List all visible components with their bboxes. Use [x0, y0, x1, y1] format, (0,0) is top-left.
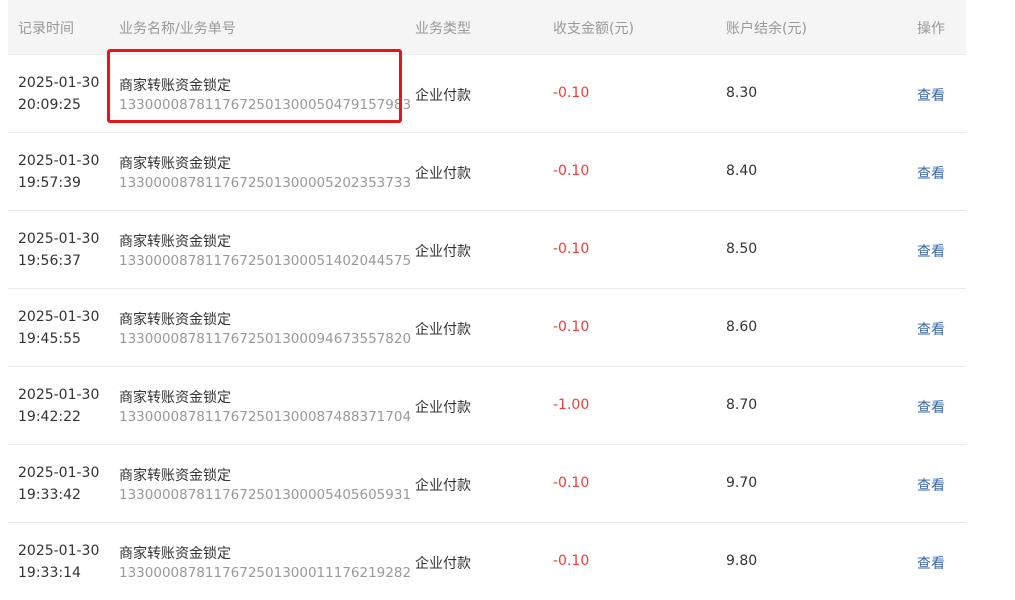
balance: 8.60 — [726, 319, 758, 335]
table-row: 2025-01-30 19:45:55 商家转账资金锁定 13300008781… — [8, 289, 966, 367]
table-header: 记录时间 业务名称/业务单号 业务类型 收支金额(元) 账户结余(元) 操作 — [8, 0, 966, 55]
order-number: 1330000878117672501300087488371704 — [119, 409, 412, 425]
balance: 8.30 — [726, 85, 758, 101]
record-time: 19:42:22 — [18, 409, 81, 425]
view-link[interactable]: 查看 — [917, 85, 945, 105]
amount: -0.10 — [553, 241, 590, 257]
business-name: 商家转账资金锁定 — [119, 546, 231, 562]
balance: 9.80 — [726, 553, 758, 569]
table-row: 2025-01-30 19:42:22 商家转账资金锁定 13300008781… — [8, 367, 966, 445]
order-number: 1330000878117672501300050479157983 — [119, 97, 412, 113]
business-name: 商家转账资金锁定 — [119, 468, 231, 484]
balance: 8.50 — [726, 241, 758, 257]
view-link[interactable]: 查看 — [917, 553, 945, 573]
table-row: 2025-01-30 19:57:39 商家转账资金锁定 13300008781… — [8, 133, 966, 211]
header-name: 业务名称/业务单号 — [119, 21, 236, 37]
order-number: 1330000878117672501300094673557820 — [119, 331, 412, 347]
amount: -1.00 — [553, 397, 590, 413]
record-time: 20:09:25 — [18, 97, 81, 113]
table-row: 2025-01-30 19:33:14 商家转账资金锁定 13300008781… — [8, 523, 966, 600]
balance: 8.40 — [726, 163, 758, 179]
header-amount: 收支金额(元) — [553, 21, 634, 37]
record-date: 2025-01-30 — [18, 231, 100, 247]
table-row: 2025-01-30 19:33:42 商家转账资金锁定 13300008781… — [8, 445, 966, 523]
business-type: 企业付款 — [415, 322, 471, 338]
transaction-table: 记录时间 业务名称/业务单号 业务类型 收支金额(元) 账户结余(元) 操作 2… — [8, 0, 966, 600]
record-time: 19:56:37 — [18, 253, 81, 269]
amount: -0.10 — [553, 319, 590, 335]
record-date: 2025-01-30 — [18, 543, 100, 559]
order-number: 1330000878117672501300005202353733 — [119, 175, 412, 191]
balance: 9.70 — [726, 475, 758, 491]
order-number: 1330000878117672501300005405605931 — [119, 487, 412, 503]
business-name: 商家转账资金锁定 — [119, 156, 231, 172]
business-name: 商家转账资金锁定 — [119, 234, 231, 250]
view-link[interactable]: 查看 — [917, 319, 945, 339]
view-link[interactable]: 查看 — [917, 397, 945, 417]
record-date: 2025-01-30 — [18, 153, 100, 169]
header-balance: 账户结余(元) — [726, 21, 807, 37]
header-type: 业务类型 — [415, 21, 471, 37]
record-date: 2025-01-30 — [18, 465, 100, 481]
table-row: 2025-01-30 19:56:37 商家转账资金锁定 13300008781… — [8, 211, 966, 289]
header-time: 记录时间 — [18, 21, 74, 37]
business-type: 企业付款 — [415, 556, 471, 572]
order-number: 1330000878117672501300051402044575 — [119, 253, 412, 269]
view-link[interactable]: 查看 — [917, 475, 945, 495]
header-action: 操作 — [917, 21, 945, 37]
record-time: 19:45:55 — [18, 331, 81, 347]
view-link[interactable]: 查看 — [917, 241, 945, 261]
business-type: 企业付款 — [415, 244, 471, 260]
business-type: 企业付款 — [415, 400, 471, 416]
view-link[interactable]: 查看 — [917, 163, 945, 183]
record-date: 2025-01-30 — [18, 75, 100, 91]
record-time: 19:33:14 — [18, 565, 81, 581]
balance: 8.70 — [726, 397, 758, 413]
amount: -0.10 — [553, 85, 590, 101]
amount: -0.10 — [553, 163, 590, 179]
amount: -0.10 — [553, 475, 590, 491]
record-time: 19:33:42 — [18, 487, 81, 503]
record-date: 2025-01-30 — [18, 309, 100, 325]
table-row: 2025-01-30 20:09:25 商家转账资金锁定 13300008781… — [8, 55, 966, 133]
business-name: 商家转账资金锁定 — [119, 390, 231, 406]
record-time: 19:57:39 — [18, 175, 81, 191]
record-date: 2025-01-30 — [18, 387, 100, 403]
amount: -0.10 — [553, 553, 590, 569]
business-type: 企业付款 — [415, 478, 471, 494]
business-name: 商家转账资金锁定 — [119, 312, 231, 328]
business-type: 企业付款 — [415, 166, 471, 182]
business-type: 企业付款 — [415, 88, 471, 104]
business-name: 商家转账资金锁定 — [119, 78, 231, 94]
order-number: 1330000878117672501300011176219282 — [119, 565, 412, 581]
